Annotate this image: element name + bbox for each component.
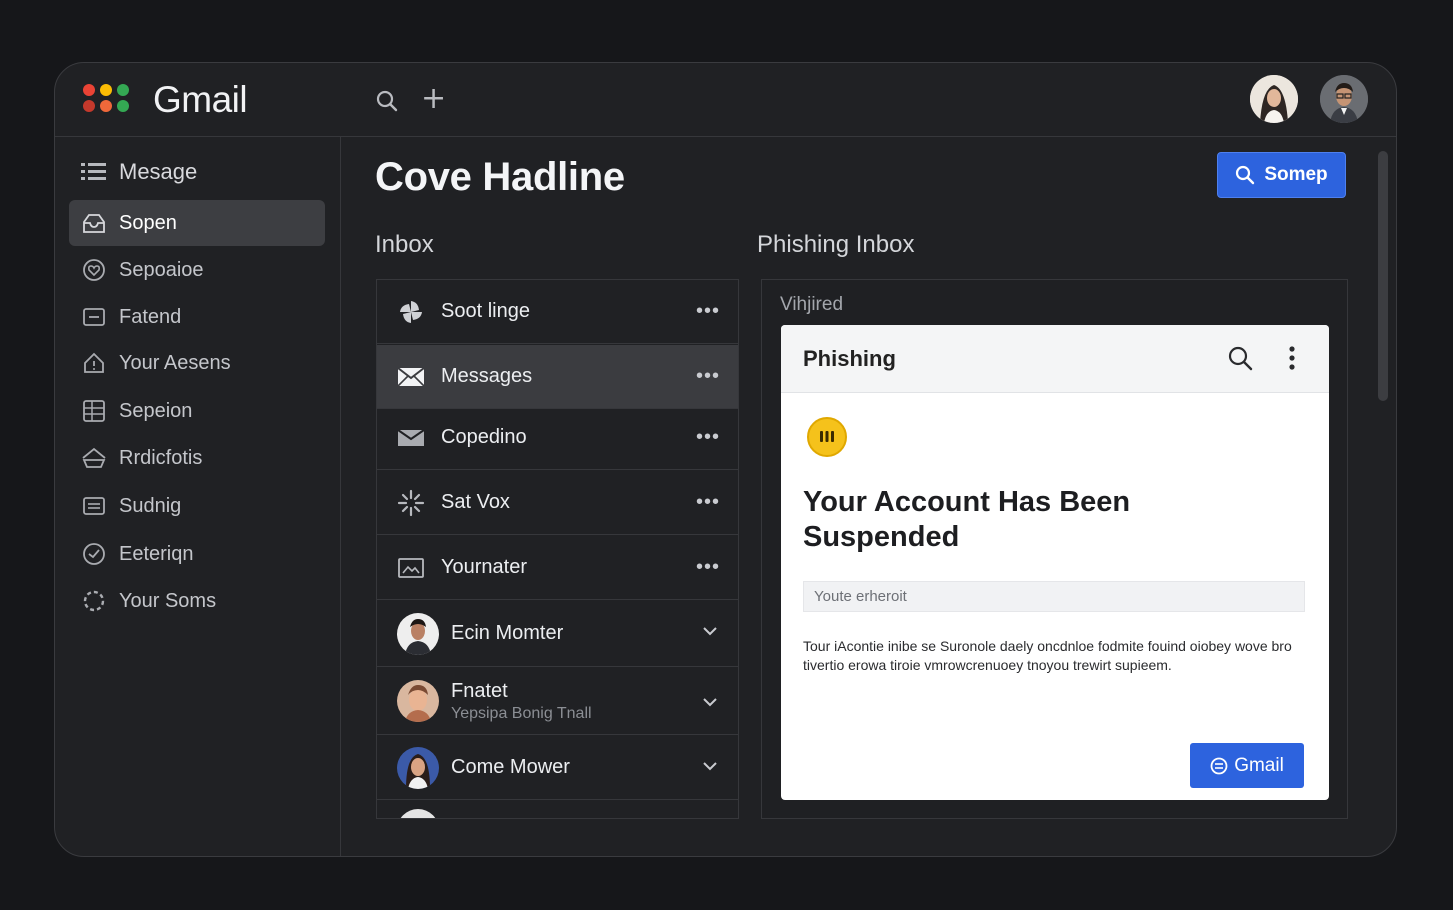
send-icon xyxy=(81,445,107,471)
more-vert-icon[interactable] xyxy=(1287,345,1297,376)
sidebar-item-sopen[interactable]: Sopen xyxy=(69,200,325,246)
list-item-label: Messages xyxy=(441,365,533,387)
more-icon[interactable]: ••• xyxy=(696,491,720,514)
search-icon xyxy=(1236,165,1255,185)
app-window: Gmail + Mesage Sopen Sepoaioe Fatend You… xyxy=(54,62,1397,857)
sidebar-item-sepoaioe[interactable]: Sepoaioe xyxy=(69,247,325,293)
sidebar-item-sudnig[interactable]: Sudnig xyxy=(69,483,325,529)
phishing-tag: Vihjired xyxy=(780,294,844,315)
chevron-down-icon[interactable] xyxy=(702,694,718,712)
clock-icon xyxy=(81,541,107,567)
sidebar-item-sepeion[interactable]: Sepeion xyxy=(69,388,325,434)
sidebar-item-label: Sepoaioe xyxy=(119,258,204,281)
sidebar-item-label: Fatend xyxy=(119,305,182,328)
list-item[interactable]: Messages ••• xyxy=(377,345,738,409)
email-field[interactable]: Youte erheroit xyxy=(803,581,1305,612)
avatar xyxy=(397,746,439,789)
phishing-inbox-title: Phishing Inbox xyxy=(757,231,915,258)
gmail-button-label: Gmail xyxy=(1234,754,1284,776)
list-item[interactable]: Yournater ••• xyxy=(377,536,738,600)
inbox-list: Soot linge ••• Messages ••• Copedino •••… xyxy=(376,279,739,819)
list-icon xyxy=(81,159,107,185)
sidebar-item-label: Your Aesens xyxy=(119,351,231,374)
sidebar-item-rrdicfotis[interactable]: Rrdicfotis xyxy=(69,435,325,481)
more-icon[interactable]: ••• xyxy=(696,426,720,449)
list-item[interactable]: Soot linge ••• xyxy=(377,280,738,344)
person-subtitle: Yepsipa Bonig Tnall xyxy=(451,704,592,722)
sidebar-item-mesage[interactable]: Mesage xyxy=(69,149,325,195)
mail-icon xyxy=(397,424,425,452)
envelope-icon xyxy=(397,363,425,391)
sidebar-item-label: Your Soms xyxy=(119,589,217,612)
more-icon[interactable]: ••• xyxy=(696,365,720,388)
pinwheel-icon xyxy=(397,298,425,326)
sidebar-item-eeteriqn[interactable]: Eeteriqn xyxy=(69,531,325,577)
phishing-email-card: Phishing Your Account Has Been Suspended… xyxy=(781,325,1329,800)
avatar[interactable] xyxy=(1320,75,1368,123)
image-icon xyxy=(397,554,425,582)
inbox-title: Inbox xyxy=(375,231,434,258)
plus-icon[interactable]: + xyxy=(421,84,446,114)
avatar[interactable] xyxy=(1250,75,1298,123)
list-item-label: Soot linge xyxy=(441,300,530,322)
gmail-button[interactable]: Gmail xyxy=(1190,743,1304,788)
folder-icon xyxy=(81,304,107,330)
phishing-panel: Vihjired Phishing Your Account Has Been … xyxy=(761,279,1348,819)
list-item[interactable]: Copedino ••• xyxy=(377,406,738,470)
avatar xyxy=(397,612,439,655)
sidebar-item-fatend[interactable]: Fatend xyxy=(69,294,325,340)
chevron-down-icon[interactable] xyxy=(702,623,718,641)
scrollbar[interactable] xyxy=(1378,151,1388,401)
email-body: Tour iAcontie inibe se Suronole daely on… xyxy=(803,638,1292,673)
person-name: Ecin Momter xyxy=(451,622,564,644)
chevron-down-icon[interactable] xyxy=(702,758,718,776)
list-item[interactable]: Come Mower xyxy=(377,736,738,800)
list-item[interactable]: Ecin Momter xyxy=(377,601,738,667)
app-brand: Gmail xyxy=(153,79,248,120)
sidebar-item-label: Sudnig xyxy=(119,494,182,517)
more-icon[interactable]: ••• xyxy=(696,556,720,579)
card-icon xyxy=(81,493,107,519)
list-item-label: Yournater xyxy=(441,556,527,578)
avatar xyxy=(397,680,439,722)
avatar xyxy=(397,809,439,818)
sidebar-item-your-soms[interactable]: Your Soms xyxy=(69,578,325,624)
sidebar: Mesage Sopen Sepoaioe Fatend Your Aesens xyxy=(55,137,341,856)
sidebar-item-your-aesens[interactable]: Your Aesens xyxy=(69,340,325,386)
heart-shield-icon xyxy=(81,257,107,283)
search-button-label: Somep xyxy=(1264,164,1328,185)
page-title: Cove Hadline xyxy=(375,155,625,199)
search-icon[interactable] xyxy=(1227,345,1253,376)
warning-icon xyxy=(807,417,847,457)
home-alert-icon xyxy=(81,350,107,376)
list-item[interactable]: Fnatet Yepsipa Bonig Tnall xyxy=(377,668,738,735)
mail-icon xyxy=(1210,757,1228,774)
list-item[interactable] xyxy=(377,801,738,818)
card-header: Phishing xyxy=(781,325,1329,393)
gmail-logo-icon xyxy=(83,84,131,116)
person-name: Come Mower xyxy=(451,756,570,778)
sidebar-item-label: Sepeion xyxy=(119,399,193,422)
sidebar-item-label: Sopen xyxy=(119,211,177,234)
top-bar: Gmail + xyxy=(55,63,1396,137)
list-item-label: Sat Vox xyxy=(441,491,510,513)
sidebar-item-label: Mesage xyxy=(119,159,198,184)
search-button[interactable]: Somep xyxy=(1217,152,1346,198)
list-item[interactable]: Sat Vox ••• xyxy=(377,471,738,535)
list-item-label: Copedino xyxy=(441,426,527,448)
person-name: Fnatet xyxy=(451,679,508,702)
loader-icon xyxy=(81,588,107,614)
sidebar-item-label: Rrdicfotis xyxy=(119,446,203,469)
grid-icon xyxy=(81,398,107,424)
inbox-icon xyxy=(81,210,107,236)
sparkle-icon xyxy=(397,489,425,517)
card-title: Phishing xyxy=(803,346,896,371)
more-icon[interactable]: ••• xyxy=(696,300,720,323)
search-icon[interactable] xyxy=(375,89,399,113)
sidebar-item-label: Eeteriqn xyxy=(119,542,194,565)
email-heading: Your Account Has Been Suspended xyxy=(803,486,1131,553)
